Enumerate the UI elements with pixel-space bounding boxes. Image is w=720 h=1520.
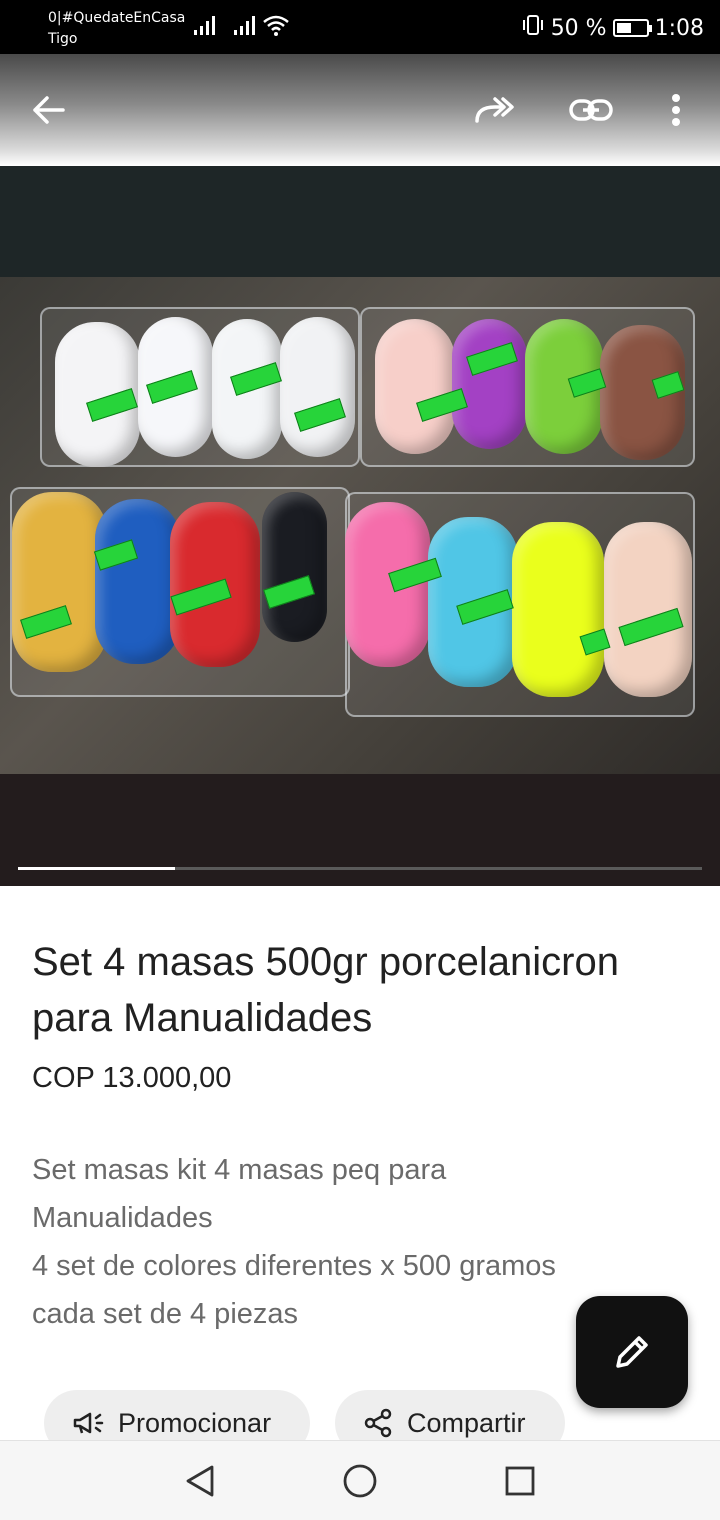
description-line: 4 set de colores diferentes x 500 gramos (32, 1250, 556, 1282)
megaphone-icon (73, 1412, 104, 1434)
product-description: Set masas kit 4 masas peq para Manualida… (32, 1146, 632, 1338)
clay-neon-yellow (512, 522, 604, 697)
nav-home-button[interactable] (340, 1461, 380, 1501)
share-forward-icon (475, 97, 514, 123)
photo-letterbox-top (0, 166, 720, 277)
wifi-icon (262, 14, 290, 43)
back-button[interactable] (24, 86, 72, 134)
clay-black (262, 492, 327, 642)
arrow-left-icon (33, 96, 65, 124)
copy-link-button[interactable] (567, 86, 615, 134)
vibrate-icon (521, 14, 545, 42)
description-line: Set masas kit 4 masas peq para (32, 1154, 447, 1186)
share-label: Compartir (407, 1407, 526, 1438)
battery-percent: 50 % (550, 15, 607, 41)
system-nav-bar (0, 1440, 720, 1520)
carrier-label: 0|#QuedateEnCasa (48, 10, 186, 26)
battery-icon (612, 19, 652, 37)
app-toolbar (0, 54, 720, 166)
signal-icon (193, 16, 217, 41)
clay-beige (604, 522, 692, 697)
nav-recents-button[interactable] (500, 1461, 540, 1501)
nav-back-icon (186, 1465, 214, 1497)
clay-white (280, 317, 355, 457)
promote-label: Promocionar (118, 1407, 272, 1438)
image-gallery[interactable] (0, 166, 720, 886)
nav-recents-icon (505, 1466, 535, 1496)
description-line: cada set de 4 piezas (32, 1298, 299, 1330)
product-title: Set 4 masas 500gr porcelanicron para Man… (32, 940, 619, 1040)
nav-back-button[interactable] (180, 1461, 220, 1501)
description-line: Manualidades (32, 1202, 213, 1234)
gallery-progress (18, 867, 702, 870)
more-vert-icon (672, 94, 680, 126)
edit-button[interactable] (576, 1296, 688, 1408)
pencil-icon (616, 1336, 648, 1368)
product-price: COP 13.000,00 (32, 1062, 232, 1094)
signal-icon (233, 16, 257, 41)
gallery-progress-indicator (18, 867, 176, 870)
clay-pink (375, 319, 455, 454)
product-photo[interactable] (0, 277, 720, 774)
carrier-name: Tigo (48, 31, 78, 47)
status-bar: 0|#QuedateEnCasa Tigo 50 % 1:08 (0, 0, 720, 54)
link-icon (569, 99, 613, 121)
clay-purple (452, 319, 527, 449)
more-options-button[interactable] (652, 86, 700, 134)
clay-yellow (12, 492, 107, 672)
share-forward-button[interactable] (470, 86, 518, 134)
share-icon (364, 1408, 392, 1438)
nav-home-icon (343, 1464, 377, 1498)
clay-blue (95, 499, 180, 664)
clock: 1:08 (654, 15, 704, 41)
